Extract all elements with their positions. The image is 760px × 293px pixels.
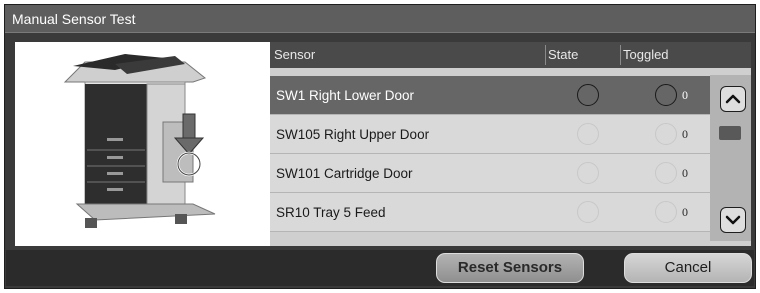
sensor-name: SW105 Right Upper Door (276, 127, 430, 142)
title-bar: Manual Sensor Test (5, 5, 755, 33)
toggle-count: 0 (682, 166, 688, 180)
header-divider (545, 45, 546, 65)
toggled-indicator (655, 162, 677, 184)
state-indicator (577, 123, 599, 145)
toggle-count: 0 (682, 88, 688, 102)
table-row[interactable]: SW101 Cartridge Door 0 (270, 154, 710, 193)
cancel-button[interactable]: Cancel (624, 253, 752, 283)
toggled-indicator (655, 123, 677, 145)
scroll-down-button[interactable] (720, 207, 746, 233)
state-indicator (577, 162, 599, 184)
printer-image (15, 42, 270, 246)
toggled-indicator (655, 201, 677, 223)
scrollbar[interactable] (710, 75, 751, 241)
header-state: State (548, 47, 579, 62)
chevron-up-icon (725, 94, 741, 104)
sensor-name: SW1 Right Lower Door (276, 88, 415, 103)
window-title: Manual Sensor Test (12, 11, 136, 27)
button-bar: Reset Sensors Cancel (6, 250, 754, 286)
table-row[interactable]: SR10 Tray 5 Feed 0 (270, 193, 710, 232)
sensor-table: Sensor State Toggled SW1 Right Lower Doo… (270, 42, 751, 246)
manual-sensor-test-window: Manual Sensor Test Sensor State Toggled … (4, 4, 756, 289)
table-row[interactable]: SW1 Right Lower Door 0 (270, 76, 710, 115)
header-sensor: Sensor (274, 47, 316, 62)
toggled-indicator (655, 84, 677, 106)
scroll-thumb[interactable] (719, 126, 741, 140)
table-row[interactable]: SW105 Right Upper Door 0 (270, 115, 710, 154)
header-toggled: Toggled (623, 47, 669, 62)
toggle-count: 0 (682, 205, 688, 219)
chevron-down-icon (725, 215, 741, 225)
state-indicator (577, 201, 599, 223)
reset-sensors-button[interactable]: Reset Sensors (436, 253, 584, 283)
sensor-name: SR10 Tray 5 Feed (276, 205, 386, 220)
scroll-up-button[interactable] (720, 86, 746, 112)
header-divider (620, 45, 621, 65)
state-indicator (577, 84, 599, 106)
toggle-count: 0 (682, 127, 688, 141)
sensor-name: SW101 Cartridge Door (276, 166, 413, 181)
printer-illustration (63, 54, 216, 228)
table-header: Sensor State Toggled (270, 42, 751, 68)
